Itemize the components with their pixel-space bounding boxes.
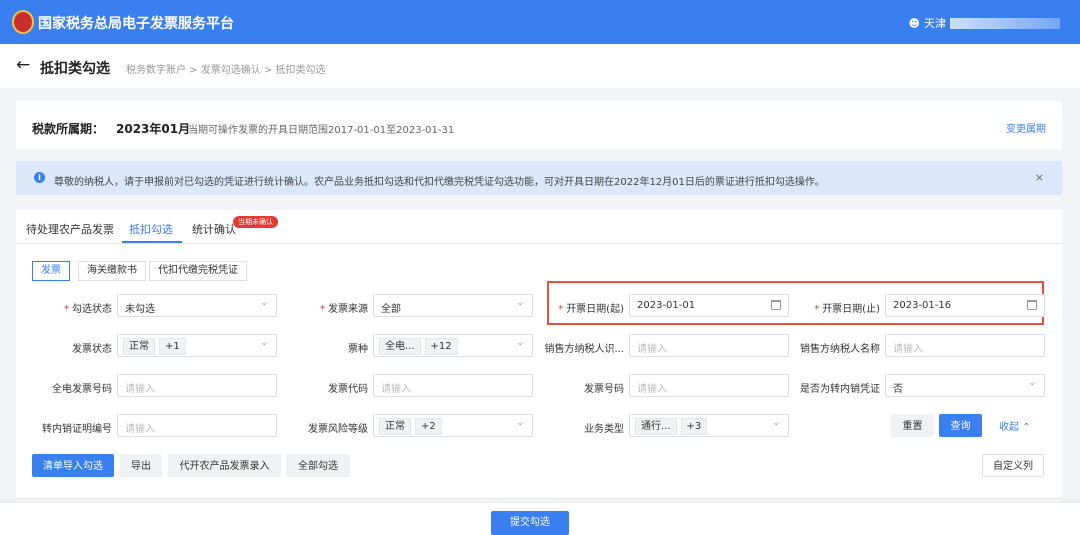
select-all-button[interactable]: 全部勾选	[286, 454, 350, 477]
seller-name-label: 销售方纳税人名称	[800, 344, 880, 355]
invoice-no-input[interactable]: 请输入	[629, 374, 789, 397]
collapse-toggle[interactable]: 收起 ⌃	[999, 418, 1031, 433]
risk-level-select[interactable]: 正常 +2 ⌄	[373, 414, 533, 437]
invoice-code-input[interactable]: 请输入	[373, 374, 533, 397]
chevron-down-icon: ⌄	[772, 418, 780, 428]
export-button[interactable]: 导出	[120, 454, 162, 477]
business-type-select[interactable]: 通行... +3 ⌄	[629, 414, 789, 437]
invoice-source-label: * 发票来源	[320, 304, 368, 315]
app-title: 国家税务总局电子发票服务平台	[38, 16, 234, 32]
invoice-type-select[interactable]: 全电... +12 ⌄	[373, 334, 533, 357]
subtab-customs[interactable]: 海关缴款书	[78, 261, 146, 281]
invoice-no-label: 发票号码	[584, 384, 624, 395]
custom-columns-button[interactable]: 自定义列	[982, 454, 1044, 477]
tax-period-label: 税款所属期：	[32, 122, 105, 136]
user-name-redacted	[950, 17, 1060, 29]
active-tab-indicator	[122, 241, 182, 243]
subtab-invoice[interactable]: 发票	[32, 261, 70, 281]
calendar-icon	[771, 300, 781, 310]
page-title: 抵扣类勾选	[40, 61, 110, 77]
close-icon[interactable]: ×	[1035, 171, 1044, 184]
tax-period-range: 当期可操作发票的开具日期范围2017-01-01至2023-01-31	[188, 125, 455, 136]
tab-bar: 待处理农产品发票 抵扣勾选 统计确认 当期未确认	[16, 210, 1062, 244]
transfer-cert-input[interactable]: 请输入	[117, 414, 277, 437]
type-tag: 全电...	[379, 338, 421, 355]
notice-banner: i 尊敬的纳税人，请于申报前对已勾选的凭证进行统计确认。农产品业务抵扣勾选和代扣…	[16, 161, 1062, 195]
top-header: 国家税务总局电子发票服务平台 ☻ 天津	[0, 0, 1080, 44]
submit-selection-button[interactable]: 提交勾选	[491, 511, 569, 535]
invoice-code-label: 发票代码	[328, 384, 368, 395]
breadcrumb-bar: ← 抵扣类勾选 税务数字账户 > 发票勾选确认 > 抵扣类勾选	[0, 44, 1080, 88]
date-start-label: * 开票日期(起)	[558, 304, 624, 315]
transfer-voucher-label: 是否为转内销凭证	[800, 384, 880, 395]
chevron-up-icon: ⌃	[1022, 422, 1031, 433]
tab-statistics-confirm[interactable]: 统计确认	[192, 221, 236, 237]
user-menu[interactable]: ☻ 天津	[909, 15, 1060, 31]
tax-period-panel: 税款所属期： 2023年01月 当期可操作发票的开具日期范围2017-01-01…	[16, 101, 1062, 149]
business-type-label: 业务类型	[584, 424, 624, 435]
user-icon: ☻	[908, 16, 920, 30]
change-period-link[interactable]: 变更属期	[1006, 120, 1046, 135]
seller-taxid-input[interactable]: 请输入	[629, 334, 789, 357]
subtab-withholding[interactable]: 代扣代缴完税凭证	[149, 261, 247, 281]
transfer-voucher-select[interactable]: 否 ⌄	[885, 374, 1045, 397]
chevron-down-icon: ⌄	[516, 418, 524, 428]
calendar-icon	[1027, 300, 1037, 310]
check-status-select[interactable]: 未勾选 ⌄	[117, 294, 277, 317]
tab-deduction-select[interactable]: 抵扣勾选	[129, 221, 173, 237]
business-more-tag: +3	[680, 418, 708, 435]
status-tag: 正常	[123, 338, 155, 355]
main-panel: 待处理农产品发票 抵扣勾选 统计确认 当期未确认 发票 海关缴款书 代扣代缴完税…	[16, 210, 1062, 535]
check-status-label: * 勾选状态	[64, 304, 112, 315]
date-end-picker[interactable]: 2023-01-16	[885, 294, 1045, 317]
info-icon: i	[34, 172, 45, 183]
tax-emblem-logo	[12, 10, 34, 34]
type-more-tag: +12	[424, 338, 458, 355]
risk-more-tag: +2	[415, 418, 442, 435]
seller-taxid-label: 销售方纳税人识...	[544, 344, 624, 355]
tab-pending-agri[interactable]: 待处理农产品发票	[26, 221, 114, 237]
seller-name-input[interactable]: 请输入	[885, 334, 1045, 357]
invoice-source-select[interactable]: 全部 ⌄	[373, 294, 533, 317]
einvoice-no-label: 全电发票号码	[52, 384, 112, 395]
breadcrumb: 税务数字账户 > 发票勾选确认 > 抵扣类勾选	[126, 65, 326, 76]
footer-bar: 提交勾选	[0, 503, 1080, 535]
agri-invoice-entry-button[interactable]: 代开农产品发票录入	[168, 454, 281, 477]
einvoice-no-input[interactable]: 请输入	[117, 374, 277, 397]
user-name: 天津	[924, 17, 946, 30]
date-end-label: * 开票日期(止)	[814, 304, 880, 315]
tax-period-value: 2023年01月	[116, 122, 191, 136]
chevron-down-icon: ⌄	[1028, 378, 1036, 388]
chevron-down-icon: ⌄	[260, 298, 268, 308]
status-more-tag: +1	[159, 338, 186, 355]
invoice-type-label: 票种	[348, 344, 368, 355]
import-select-button[interactable]: 清单导入勾选	[32, 454, 114, 477]
query-button[interactable]: 查询	[939, 414, 982, 437]
chevron-down-icon: ⌄	[516, 338, 524, 348]
notice-text: 尊敬的纳税人，请于申报前对已勾选的凭证进行统计确认。农产品业务抵扣勾选和代扣代缴…	[54, 177, 825, 188]
transfer-cert-label: 转内销证明编号	[42, 424, 112, 435]
date-start-picker[interactable]: 2023-01-01	[629, 294, 789, 317]
invoice-status-select[interactable]: 正常 +1 ⌄	[117, 334, 277, 357]
risk-level-label: 发票风险等级	[308, 424, 368, 435]
reset-button[interactable]: 重置	[891, 414, 934, 437]
chevron-down-icon: ⌄	[260, 338, 268, 348]
back-arrow-icon[interactable]: ←	[16, 55, 30, 75]
unconfirmed-badge: 当期未确认	[233, 216, 278, 228]
risk-tag: 正常	[379, 418, 411, 435]
business-tag: 通行...	[635, 418, 677, 435]
invoice-status-label: 发票状态	[72, 344, 112, 355]
chevron-down-icon: ⌄	[516, 298, 524, 308]
